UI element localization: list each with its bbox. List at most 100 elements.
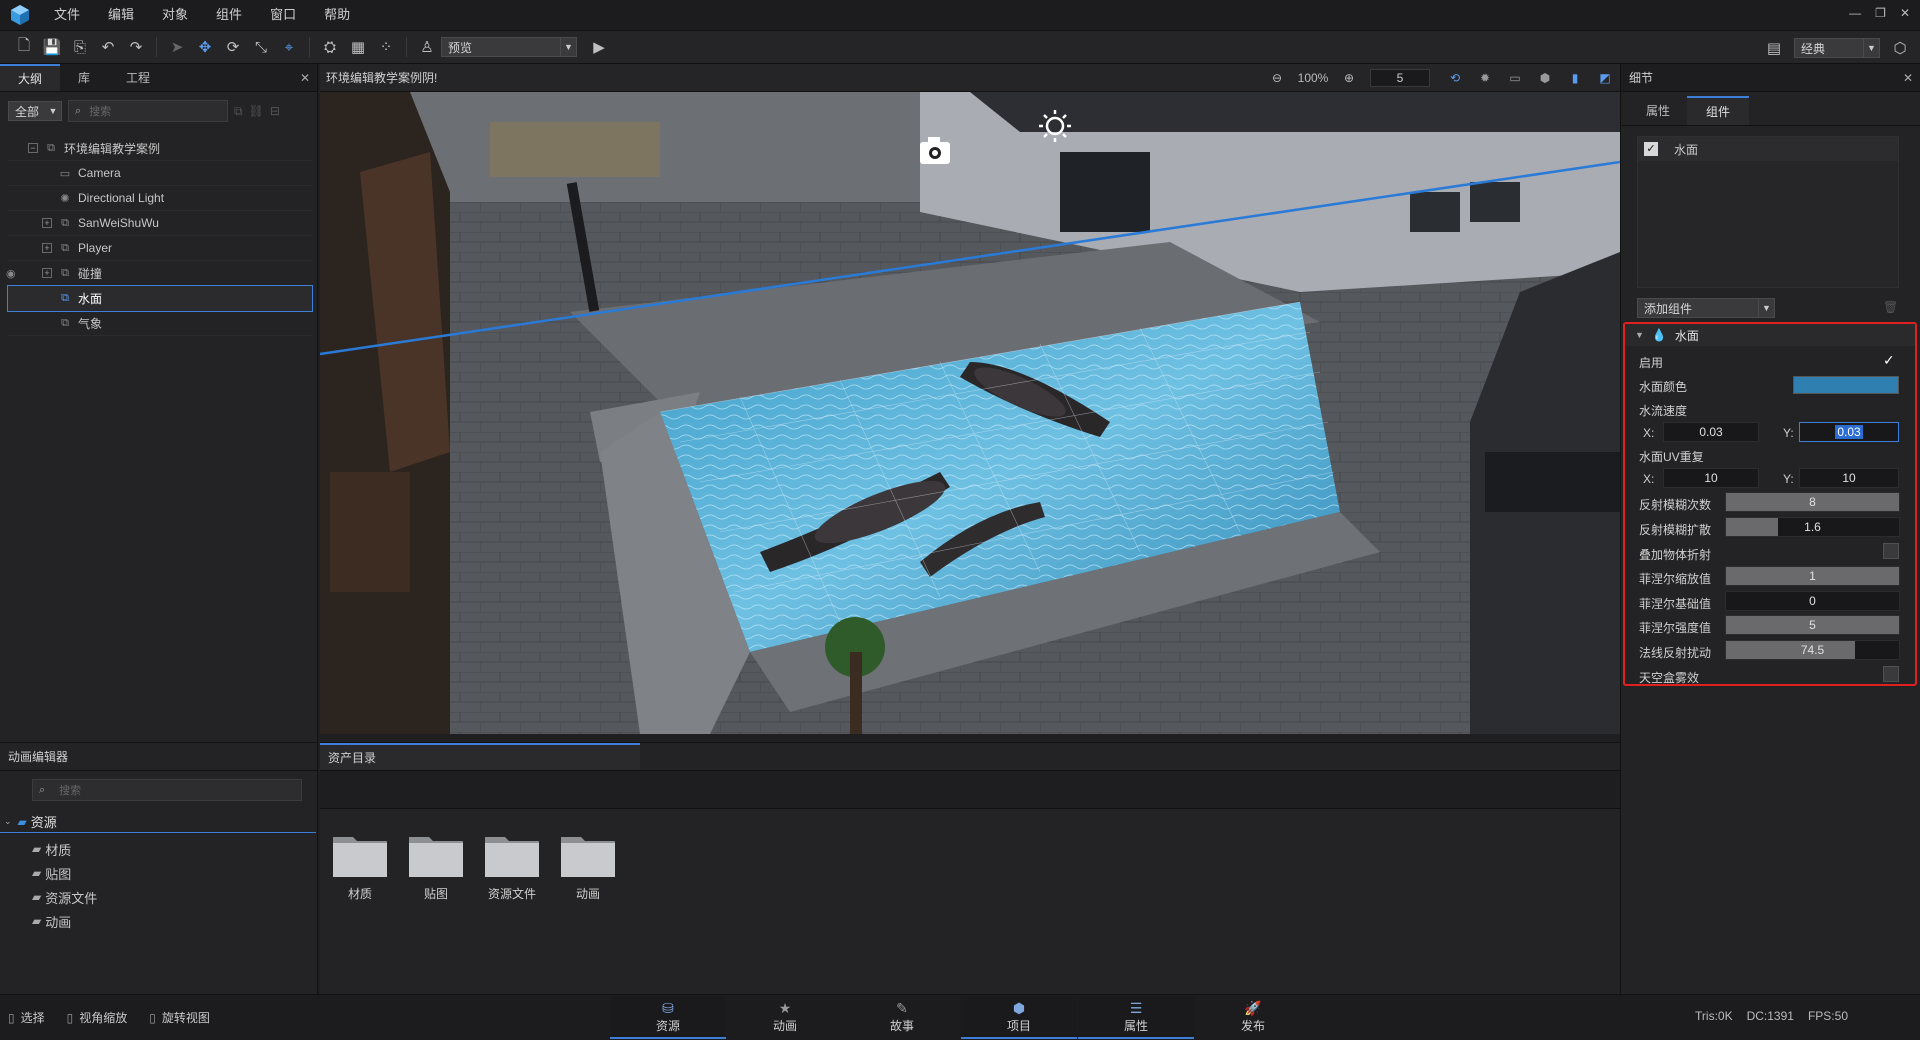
folder-texture[interactable]: 贴图 (404, 829, 468, 902)
enable-checkbox[interactable]: ✓ (1883, 352, 1895, 369)
rotate-tool-icon[interactable]: ⟳ (219, 34, 247, 60)
close-button[interactable]: ✕ (1900, 6, 1910, 20)
zoom-out-icon[interactable]: ⊖ (1266, 71, 1288, 85)
filter-icon[interactable]: ⧉ (234, 104, 243, 119)
menu-file[interactable]: 文件 (40, 0, 94, 30)
outline-search-input[interactable]: ⌕ 搜索 (68, 100, 228, 122)
tab-story[interactable]: ✎ 故事 (844, 997, 960, 1039)
menu-edit[interactable]: 编辑 (94, 0, 148, 30)
tree-item-material[interactable]: ▰ 材质 (32, 837, 97, 861)
layout-icon[interactable]: ▤ (1760, 35, 1788, 61)
shading-icon[interactable]: ▮ (1560, 71, 1590, 85)
stats-icon[interactable]: ◩ (1590, 71, 1620, 85)
menu-window[interactable]: 窗口 (256, 0, 310, 30)
collapse-icon[interactable]: ⊟ (270, 104, 280, 118)
collapse-toggle-icon[interactable]: − (28, 143, 38, 153)
effects-icon[interactable]: ✹ (1470, 71, 1500, 85)
menu-object[interactable]: 对象 (148, 0, 202, 30)
tab-project[interactable]: 工程 (108, 64, 168, 91)
tree-item-collision[interactable]: ◉ + ⧉ 碰撞 (6, 261, 312, 286)
tree-item-player[interactable]: + ⧉ Player (8, 236, 312, 261)
grid-icon[interactable]: ▦ (344, 34, 372, 60)
add-component-select[interactable]: 添加组件 ▼ (1637, 298, 1775, 318)
tab-publish[interactable]: 🚀 发布 (1195, 997, 1311, 1039)
visibility-icon[interactable]: ◉ (6, 267, 16, 280)
tree-item-resource-files[interactable]: ▰ 资源文件 (32, 885, 97, 909)
scene-viewport[interactable] (320, 92, 1620, 734)
play-icon[interactable]: ▶ (585, 34, 613, 60)
camera-view-icon[interactable]: ▭ (1500, 71, 1530, 85)
uv-y-input[interactable]: 10 (1799, 468, 1899, 488)
link-icon[interactable]: ⛓ (249, 104, 264, 118)
save-all-icon[interactable]: ⎘ (66, 34, 94, 60)
menu-help[interactable]: 帮助 (310, 0, 364, 30)
normal-slider[interactable]: 74.5 (1725, 640, 1900, 660)
tree-root-resources[interactable]: ⌄ ▰ 资源 (0, 811, 316, 833)
tree-item-water[interactable]: ⧉ 水面 (7, 285, 313, 312)
close-icon[interactable]: ✕ (1896, 71, 1920, 85)
settings-icon[interactable]: ⬡ (1886, 35, 1914, 61)
tab-properties[interactable]: 属性 (1629, 96, 1687, 125)
zoom-in-icon[interactable]: ⊕ (1338, 71, 1360, 85)
folder-resource-files[interactable]: 资源文件 (480, 829, 544, 902)
tree-item-camera[interactable]: ▭ Camera (8, 161, 312, 186)
tab-outline[interactable]: 大纲 (0, 64, 61, 91)
expand-toggle-icon[interactable]: + (42, 218, 52, 228)
select-tool-icon[interactable]: ➤ (163, 34, 191, 60)
tree-item-texture[interactable]: ▰ 贴图 (32, 861, 97, 885)
tree-item-animation[interactable]: ▰ 动画 (32, 909, 97, 933)
layout-select[interactable]: 经典 ▼ (1794, 38, 1880, 58)
checkbox-checked-icon[interactable]: ✓ (1644, 142, 1658, 156)
menu-component[interactable]: 组件 (202, 0, 256, 30)
expand-toggle-icon[interactable]: + (42, 268, 52, 278)
anim-search-input[interactable]: ⌕ 搜索 (32, 779, 302, 801)
restore-button[interactable]: ❐ (1875, 6, 1886, 20)
tree-item-directional-light[interactable]: ✺ Directional Light (8, 186, 312, 211)
tab-animation[interactable]: ★ 动画 (727, 997, 843, 1039)
tab-components[interactable]: 组件 (1687, 96, 1749, 125)
skybox-fog-checkbox[interactable] (1883, 666, 1899, 682)
redo-icon[interactable]: ↷ (122, 34, 150, 60)
trash-icon[interactable]: 🗑 (1883, 300, 1898, 314)
tree-item-scene[interactable]: − ⧉ 环境编辑教学案例 (8, 136, 312, 161)
flow-y-input[interactable]: 0.03 (1799, 422, 1899, 442)
component-item[interactable]: ✓ 水面 (1638, 137, 1898, 161)
uv-x-input[interactable]: 10 (1663, 468, 1759, 488)
folder-animation[interactable]: 动画 (556, 829, 620, 902)
folder-material[interactable]: 材质 (328, 829, 392, 902)
tree-item-weather[interactable]: ⧉ 气象 (8, 311, 312, 336)
water-color-swatch[interactable] (1793, 376, 1899, 394)
expand-toggle-icon[interactable]: + (42, 243, 52, 253)
snap-icon[interactable]: ⛭ (316, 34, 344, 60)
scale-tool-icon[interactable]: ⤡ (247, 34, 275, 60)
tab-project[interactable]: ⬢ 项目 (961, 997, 1077, 1039)
close-icon[interactable]: ✕ (293, 64, 317, 91)
mode-select[interactable]: 预览 ▼ (441, 37, 577, 57)
transform-space-icon[interactable]: ⌖ (275, 34, 303, 60)
cube-view-icon[interactable]: ⬢ (1530, 71, 1560, 85)
undo-icon[interactable]: ↶ (94, 34, 122, 60)
blur-count-slider[interactable]: 8 (1725, 492, 1900, 512)
new-file-icon[interactable]: 🗋 (10, 34, 38, 60)
gizmo-toggle-icon[interactable]: ⟲ (1440, 71, 1470, 85)
flow-x-input[interactable]: 0.03 (1663, 422, 1759, 442)
dot-grid-icon[interactable]: ⁘ (372, 34, 400, 60)
tab-asset-directory[interactable]: 资产目录 (320, 743, 640, 770)
refraction-checkbox[interactable] (1883, 543, 1899, 559)
character-icon[interactable]: ♙ (413, 34, 441, 60)
filter-select[interactable]: 全部 ▼ (8, 101, 62, 121)
fresnel-base-slider[interactable]: 0 (1725, 591, 1900, 611)
collapse-arrow-icon[interactable]: ▼ (1635, 330, 1644, 340)
save-icon[interactable]: 💾 (38, 34, 66, 60)
minimize-button[interactable]: — (1849, 6, 1861, 20)
blur-spread-slider[interactable]: 1.6 (1725, 517, 1900, 537)
tab-properties-bottom[interactable]: ☰ 属性 (1078, 997, 1194, 1039)
tab-library[interactable]: 库 (60, 64, 108, 91)
fresnel-power-slider[interactable]: 5 (1725, 615, 1900, 635)
object-icon: ⧉ (61, 216, 69, 229)
tree-item-sanweishuwu[interactable]: + ⧉ SanWeiShuWu (8, 211, 312, 236)
camera-speed-input[interactable]: 5 (1370, 68, 1430, 87)
tab-resources[interactable]: ⛁ 资源 (610, 997, 726, 1039)
move-tool-icon[interactable]: ✥ (191, 34, 219, 60)
fresnel-scale-slider[interactable]: 1 (1725, 566, 1900, 586)
